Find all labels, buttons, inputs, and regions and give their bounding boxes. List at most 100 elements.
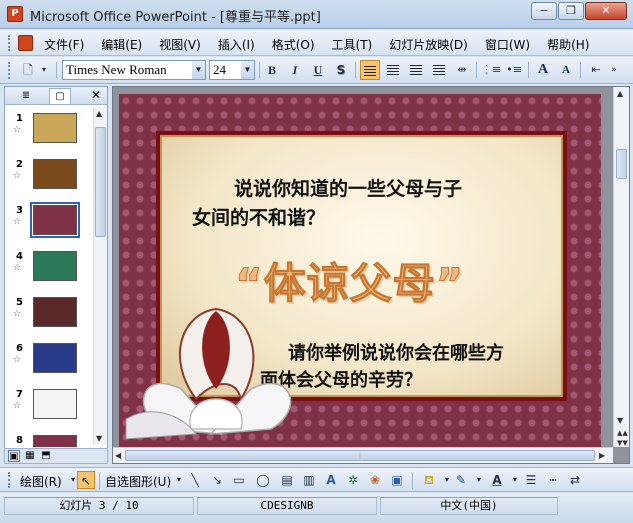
diagram-icon[interactable]: ✲ — [344, 471, 362, 489]
previous-slide-icon[interactable]: ▲▲ — [617, 429, 628, 437]
chevron-down-icon[interactable]: ▼ — [192, 61, 205, 79]
align-left-button[interactable] — [360, 60, 380, 80]
line-style-icon[interactable]: ☰ — [522, 471, 540, 489]
tab-slides[interactable]: ▢ — [49, 88, 71, 104]
main-horizontal-scrollbar[interactable]: ◀ ⦙ ▶ — [113, 447, 613, 463]
wordart-icon[interactable]: A — [322, 471, 340, 489]
slide-thumbnail-row[interactable]: 3 ☆ — [5, 202, 91, 247]
font-size-select[interactable]: 24 ▼ — [209, 60, 255, 80]
close-button[interactable]: ✕ — [585, 2, 627, 20]
select-pointer-icon[interactable]: ↖ — [77, 471, 95, 489]
restore-button[interactable]: ❐ — [558, 2, 584, 20]
line-tool-icon[interactable]: ╲ — [186, 471, 204, 489]
scroll-right-icon[interactable]: ▶ — [599, 451, 605, 460]
shadow-button[interactable]: S — [331, 60, 351, 80]
tab-outline[interactable]: ≣ — [15, 88, 37, 104]
slide-thumbnail[interactable] — [33, 435, 77, 447]
slide-thumbnail-row[interactable]: 5 ☆ — [5, 297, 91, 339]
main-vertical-scrollbar[interactable]: ▲ ▼ ▲▲ ▼▼ — [613, 87, 629, 447]
menu-edit[interactable]: 编辑(E) — [101, 36, 142, 53]
font-color-icon[interactable]: A — [488, 471, 506, 489]
animation-star-icon[interactable]: ☆ — [13, 171, 21, 181]
slide-thumbnail[interactable] — [33, 159, 77, 189]
distribute-icon[interactable]: ⇹ — [452, 60, 472, 80]
close-icon[interactable]: ✕ — [91, 88, 101, 102]
slide-thumbnail[interactable] — [33, 297, 77, 327]
normal-view-icon[interactable]: ▣ — [8, 450, 20, 462]
menu-file[interactable]: 文件(F) — [44, 36, 84, 53]
slide-thumbnail-row[interactable]: 7 ☆ — [5, 389, 91, 431]
scroll-down-icon[interactable]: ▼ — [617, 416, 623, 425]
slide-thumbnail-row[interactable]: 1 ☆ — [5, 113, 91, 155]
slide-thumbnail[interactable] — [30, 202, 80, 238]
slide-thumbnail[interactable] — [33, 343, 77, 373]
minimize-button[interactable]: − — [531, 2, 557, 20]
question-2-text[interactable]: 请你举例说说你会在哪些方 面体会父母的辛劳？ — [260, 340, 568, 394]
bullets-icon[interactable]: •≡ — [504, 60, 524, 80]
animation-star-icon[interactable]: ☆ — [13, 401, 21, 411]
chevron-down-icon[interactable]: ▾ — [38, 60, 50, 80]
scroll-up-icon[interactable]: ▲ — [617, 89, 623, 98]
rectangle-tool-icon[interactable]: ▭ — [230, 471, 248, 489]
question-1-text[interactable]: 说说你知道的一些父母与子 女间的不和谐？ — [192, 175, 534, 233]
menu-tools[interactable]: 工具(T) — [332, 36, 373, 53]
scroll-down-icon[interactable]: ▼ — [96, 434, 102, 443]
slide-thumbnail-row[interactable]: 6 ☆ — [5, 343, 91, 385]
animation-star-icon[interactable]: ☆ — [13, 263, 21, 273]
slide-thumbnail[interactable] — [33, 251, 77, 281]
current-slide[interactable]: 说说你知道的一些父母与子 女间的不和谐？ “体谅父母” 请你举例说说你会在哪些方… — [119, 94, 601, 448]
arrow-style-icon[interactable]: ⇄ — [566, 471, 584, 489]
underline-button[interactable]: U — [308, 60, 328, 80]
textbox-icon[interactable]: ▤ — [278, 471, 296, 489]
decrease-indent-icon[interactable]: ⇤ — [586, 60, 606, 80]
chevron-down-icon[interactable]: ▾ — [470, 471, 488, 489]
shrink-font-button[interactable]: A — [556, 60, 576, 80]
menu-help[interactable]: 帮助(H) — [547, 36, 589, 53]
grow-font-button[interactable]: A — [533, 60, 553, 80]
toolbar-grip[interactable] — [8, 35, 12, 51]
slide-thumbnail[interactable] — [33, 113, 77, 143]
fill-color-icon[interactable]: ⛾ — [420, 471, 438, 489]
animation-star-icon[interactable]: ☆ — [13, 217, 21, 227]
scroll-left-icon[interactable]: ◀ — [115, 451, 121, 460]
slideshow-view-icon[interactable]: ⬒ — [40, 450, 52, 462]
powerpoint-app-icon[interactable]: P — [7, 6, 23, 22]
oval-tool-icon[interactable]: ◯ — [254, 471, 272, 489]
menu-view[interactable]: 视图(V) — [159, 36, 201, 53]
slide-thumbnail-row[interactable]: 4 ☆ — [5, 251, 91, 293]
pane-scrollbar[interactable]: ▲ ▼ — [93, 107, 107, 445]
arrow-tool-icon[interactable]: ↘ — [208, 471, 226, 489]
slide-thumbnail-row[interactable]: 2 ☆ — [5, 159, 91, 201]
dash-style-icon[interactable]: ┅ — [544, 471, 562, 489]
animation-star-icon[interactable]: ☆ — [13, 355, 21, 365]
justify-button[interactable] — [429, 60, 449, 80]
scroll-up-icon[interactable]: ▲ — [96, 109, 102, 118]
numbering-icon[interactable]: ⋮≡ — [481, 60, 501, 80]
document-icon[interactable] — [18, 35, 33, 51]
line-color-icon[interactable]: ✎ — [452, 471, 470, 489]
slide-sorter-view-icon[interactable]: ▦ — [24, 450, 36, 462]
bold-button[interactable]: B — [262, 60, 282, 80]
font-name-select[interactable]: Times New Roman ▼ — [62, 60, 206, 80]
animation-star-icon[interactable]: ☆ — [13, 309, 21, 319]
picture-icon[interactable]: ▣ — [388, 471, 406, 489]
slide-thumbnail-row[interactable]: 8☆ — [5, 435, 91, 447]
menu-format[interactable]: 格式(O) — [272, 36, 315, 53]
vertical-textbox-icon[interactable]: ▥ — [300, 471, 318, 489]
toolbar-grip[interactable] — [8, 472, 12, 488]
draw-menu-button[interactable]: 绘图(R) — [20, 473, 62, 490]
toolbar-grip[interactable] — [8, 62, 12, 79]
align-right-button[interactable] — [406, 60, 426, 80]
clipart-icon[interactable]: ❀ — [366, 471, 384, 489]
scroll-thumb[interactable] — [616, 149, 627, 179]
next-slide-icon[interactable]: ▼▼ — [617, 439, 628, 447]
menu-window[interactable]: 窗口(W) — [485, 36, 530, 53]
toolbar-options-icon[interactable]: » — [608, 60, 620, 80]
chevron-down-icon[interactable]: ▼ — [241, 61, 254, 79]
slide-thumbnail[interactable] — [33, 389, 77, 419]
lotus-flower-image[interactable] — [121, 289, 311, 439]
scroll-thumb[interactable]: ⦙ — [125, 450, 595, 461]
align-center-button[interactable] — [383, 60, 403, 80]
italic-button[interactable]: I — [285, 60, 305, 80]
scroll-thumb[interactable] — [95, 127, 106, 237]
